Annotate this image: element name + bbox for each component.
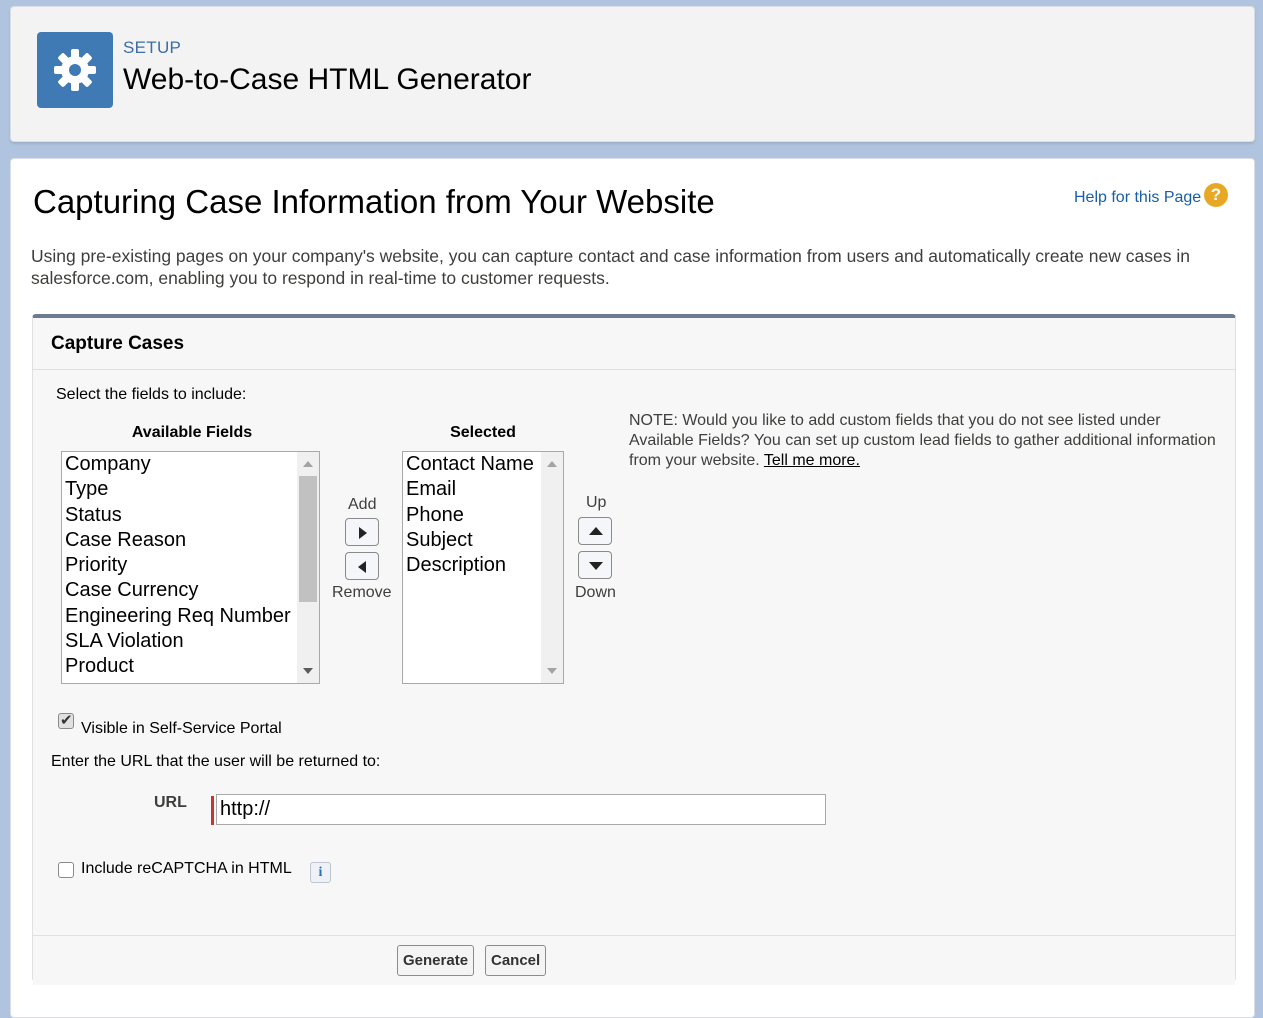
setup-eyebrow: SETUP — [123, 38, 182, 57]
add-label: Add — [348, 496, 377, 513]
add-button[interactable] — [345, 518, 379, 546]
list-item[interactable]: Phone — [403, 503, 563, 528]
panel-header: Capture Cases — [33, 318, 1235, 370]
cancel-button[interactable]: Cancel — [485, 945, 547, 976]
list-item[interactable]: Product — [62, 654, 319, 679]
help-icon[interactable]: ? — [1204, 183, 1228, 207]
intro-text: Using pre-existing pages on your company… — [31, 246, 1190, 288]
page-title: Web-to-Case HTML Generator — [123, 63, 532, 96]
self-service-label: Visible in Self-Service Portal — [81, 720, 282, 737]
list-item[interactable]: Email — [403, 477, 563, 502]
list-item[interactable]: Company — [62, 452, 319, 477]
move-up-button[interactable] — [578, 517, 612, 545]
selected-fields-list[interactable]: Contact Name Email Phone Subject Description — [402, 451, 564, 684]
list-item[interactable]: Priority — [62, 553, 319, 578]
down-label: Down — [575, 584, 616, 601]
available-fields-list[interactable]: Company Type Status Case Reason Priority Case… — [61, 451, 320, 684]
arrow-down-icon — [589, 562, 603, 570]
list-item[interactable]: Engineering Req Number — [62, 604, 319, 629]
up-label: Up — [586, 494, 607, 511]
scroll-down-icon[interactable] — [303, 668, 313, 674]
url-input[interactable] — [216, 794, 826, 825]
tell-me-more-link[interactable]: Tell me more. — [764, 452, 860, 469]
note-text: NOTE: Would you like to add custom field… — [629, 412, 1216, 469]
info-icon[interactable]: i — [310, 862, 331, 883]
list-item[interactable]: Case Currency — [62, 578, 319, 603]
available-scrollbar[interactable] — [297, 452, 319, 683]
list-item[interactable]: Status — [62, 503, 319, 528]
help-link[interactable]: Help for this Page — [1074, 189, 1201, 207]
list-item[interactable]: Description — [403, 553, 563, 578]
arrow-left-icon — [358, 561, 366, 573]
self-service-checkbox[interactable]: ✔ — [58, 712, 74, 729]
panel-title: Capture Cases — [51, 333, 185, 354]
scroll-up-icon[interactable] — [303, 461, 313, 467]
section-heading: Capturing Case Information from Your Web… — [33, 183, 715, 220]
gear-icon — [37, 32, 113, 108]
available-fields-label: Available Fields — [131, 424, 253, 441]
list-item[interactable]: Type — [62, 477, 319, 502]
selected-fields-label: Selected — [450, 424, 516, 441]
select-fields-label: Select the fields to include: — [56, 386, 247, 403]
move-down-button[interactable] — [578, 551, 612, 579]
arrow-up-icon — [589, 527, 603, 535]
return-url-prompt: Enter the URL that the user will be retu… — [51, 753, 381, 770]
url-label: URL — [154, 794, 187, 811]
list-item[interactable]: SLA Violation — [62, 629, 319, 654]
main-content: Capturing Case Information from Your Web… — [10, 158, 1255, 1018]
panel-footer: Generate Cancel — [33, 935, 1235, 985]
scroll-down-icon[interactable] — [547, 668, 557, 674]
capture-cases-panel: Capture Cases Select the fields to inclu… — [32, 314, 1236, 985]
generate-button[interactable]: Generate — [397, 945, 475, 976]
remove-button[interactable] — [345, 552, 379, 580]
selected-scrollbar[interactable] — [541, 452, 563, 683]
recaptcha-checkbox[interactable] — [58, 862, 74, 878]
list-item[interactable]: Subject — [403, 528, 563, 553]
remove-label: Remove — [332, 584, 392, 601]
required-indicator — [211, 796, 214, 825]
scroll-thumb[interactable] — [299, 476, 317, 602]
recaptcha-label: Include reCAPTCHA in HTML — [81, 860, 292, 877]
checkmark-icon: ✔ — [60, 712, 73, 729]
list-item[interactable]: Contact Name — [403, 452, 563, 477]
scroll-up-icon[interactable] — [547, 461, 557, 467]
custom-fields-note: NOTE: Would you like to add custom field… — [629, 411, 1219, 471]
arrow-right-icon — [359, 527, 367, 539]
list-item[interactable]: Case Reason — [62, 528, 319, 553]
page-header: SETUP Web-to-Case HTML Generator — [10, 6, 1255, 142]
